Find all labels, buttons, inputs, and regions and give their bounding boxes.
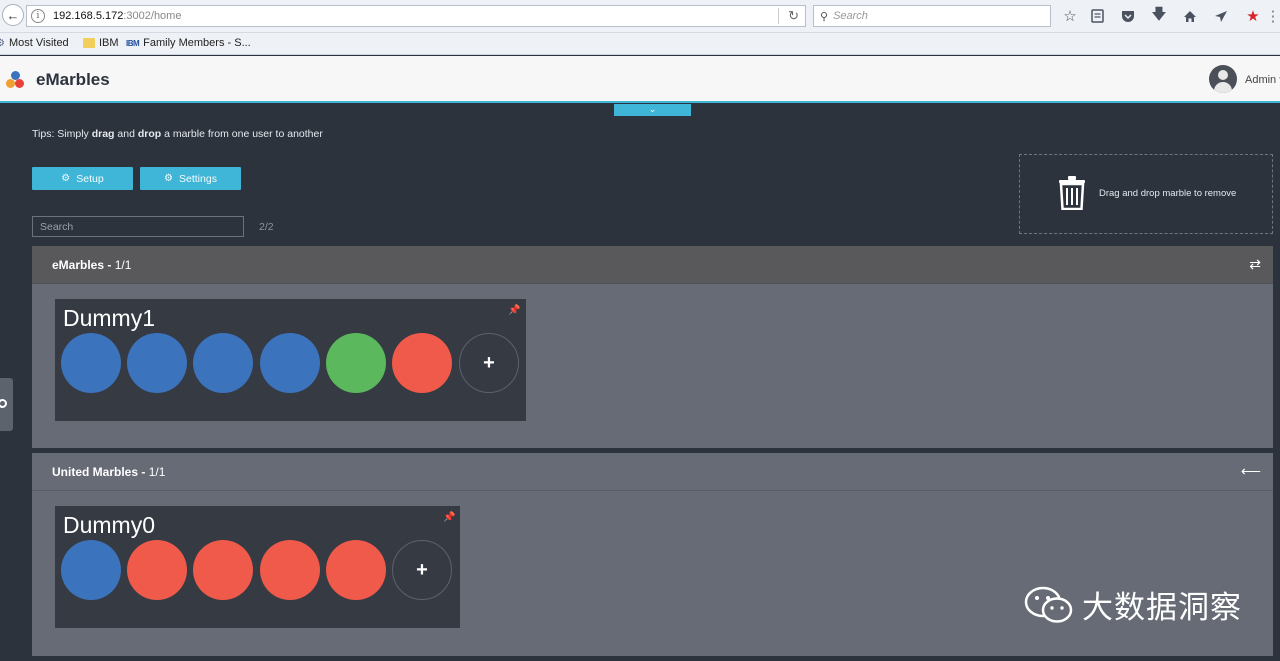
company-name: eMarbles [52,258,105,272]
avatar-body [1214,82,1232,93]
trash-drop-zone[interactable]: Drag and drop marble to remove [1019,154,1273,234]
watermark-text: 大数据洞察 [1082,590,1242,626]
url-separator [778,8,779,24]
bookmark-label: Family Members - S... [143,37,251,49]
bookmark-ibm[interactable]: IBM [83,37,119,49]
marble-blue[interactable] [260,333,320,393]
bookmark-star-icon[interactable]: ☆ [1060,6,1080,26]
user-menu[interactable]: Admin ▾ [1245,73,1280,86]
bookmark-label: Most Visited [8,37,69,49]
menu-overflow-icon[interactable]: ⋮ [1266,6,1280,26]
url-host: 192.168.5.172 [53,10,124,22]
gear-icon: ⚙ [164,173,173,184]
tips-suffix: a marble from one user to another [161,128,323,140]
app-header: eMarbles Admin ▾ [0,56,1280,103]
company-count: 1/1 [148,465,166,479]
marble-red[interactable] [326,540,386,600]
watermark: 大数据洞察 [1024,582,1242,627]
company-count: 1/1 [114,258,132,272]
pin-icon[interactable]: 📌 [508,305,520,316]
tips-drag: drag [91,128,115,140]
user-card-name: Dummy0 [63,512,156,538]
bookmark-most-visited[interactable]: ⚙ Most Visited [0,37,69,49]
ring-icon [0,399,7,408]
add-marble-button[interactable]: + [459,333,519,393]
collapse-header-tab[interactable]: ⌄ [614,104,691,116]
tips-prefix: Tips: Simply [32,128,92,140]
site-info-icon[interactable]: i [31,9,45,23]
user-card-name: Dummy1 [63,305,156,331]
user-avatar[interactable] [1209,65,1237,93]
plus-icon: + [483,351,495,374]
reading-list-icon[interactable] [1087,6,1107,26]
marble-blue[interactable] [61,540,121,600]
search-icon: ⚲ [820,10,829,23]
folder-icon [83,38,95,48]
app-title: eMarbles [36,70,110,89]
browser-toolbar: ← i 192.168.5.172:3002/home ↻ ⚲ Search ☆… [0,0,1280,33]
settings-button[interactable]: ⚙ Settings [140,167,241,190]
bookmarks-bar: ⚙ Most Visited IBM IBM Family Members - … [0,33,1280,55]
avatar-head [1218,70,1228,80]
setup-label: Setup [76,172,104,185]
back-arrow-icon: ← [6,7,20,23]
browser-search-placeholder: Search [833,10,868,22]
company-title: United Marbles - 1/1 [52,465,166,479]
user-name: Admin [1245,74,1277,86]
swap-arrows-icon[interactable]: ⇄ [1249,256,1261,273]
user-card-dummy1[interactable]: Dummy1 📌 + [55,299,526,421]
setup-button[interactable]: ⚙ Setup [32,167,133,190]
gears-icon: ⚙ [61,173,71,184]
marbles-logo-icon [5,71,27,93]
plus-icon: + [416,558,428,581]
reload-icon[interactable]: ↻ [788,8,799,24]
bookmark-label: IBM [99,37,119,49]
company-panel-emarbles: eMarbles - 1/1 ⇄ Dummy1 📌 + [32,246,1273,448]
marble-blue[interactable] [61,333,121,393]
wechat-logo-icon [1024,586,1073,623]
marble-green[interactable] [326,333,386,393]
search-result-count: 2/2 [259,221,274,233]
add-marble-button[interactable]: + [392,540,452,600]
pin-icon[interactable]: 📌 [443,512,455,523]
send-icon[interactable] [1211,6,1231,26]
tips-and: and [114,128,138,140]
marble-blue[interactable] [127,333,187,393]
url-path: :3002/home [123,10,182,22]
chevron-down-icon: ⌄ [648,104,657,114]
tips-drop: drop [137,128,162,140]
gear-icon: ⚙ [0,37,5,49]
company-header: eMarbles - 1/1 ⇄ [32,246,1273,284]
bookmark-family-members[interactable]: IBM Family Members - S... [126,37,251,49]
tips-text: Tips: Simply drag and drop a marble from… [32,128,323,140]
ibm-logo-icon: IBM [126,38,140,48]
search-input[interactable] [32,216,244,237]
company-name: United Marbles [52,465,139,479]
trash-label: Drag and drop marble to remove [1099,188,1237,199]
pocket-icon[interactable] [1118,6,1138,26]
marble-blue[interactable] [193,333,253,393]
arrow-left-icon[interactable]: ⟵ [1241,463,1261,480]
back-button[interactable]: ← [2,4,24,26]
url-bar[interactable]: i 192.168.5.172:3002/home ↻ [26,5,806,27]
marble-red[interactable] [260,540,320,600]
trash-icon [1059,176,1085,210]
home-icon[interactable] [1180,6,1200,26]
extension-star-icon[interactable]: ★ [1243,6,1263,26]
marble-red[interactable] [392,333,452,393]
company-header: United Marbles - 1/1 ⟵ [32,453,1273,491]
download-icon[interactable]: 🡇 [1149,6,1169,26]
side-drawer-handle[interactable] [0,378,13,431]
user-card-dummy0[interactable]: Dummy0 📌 + [55,506,460,628]
marble-red[interactable] [127,540,187,600]
browser-search-bar[interactable]: ⚲ Search [813,5,1051,27]
marble-red[interactable] [193,540,253,600]
company-title: eMarbles - 1/1 [52,258,132,272]
settings-label: Settings [179,172,217,185]
